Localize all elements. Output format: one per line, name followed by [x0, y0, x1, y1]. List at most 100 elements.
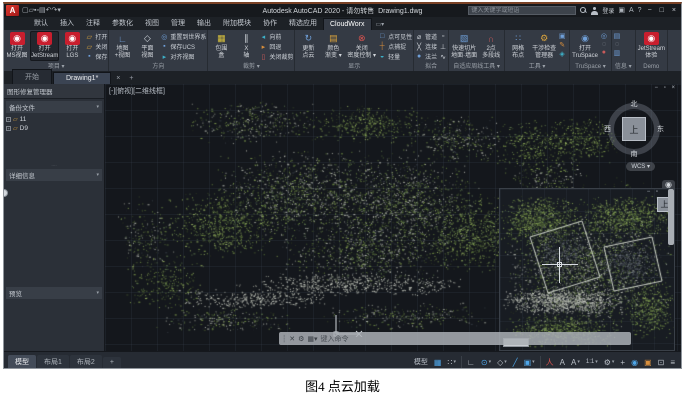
tool-extra-2-button[interactable]: ✎ — [558, 41, 568, 49]
command-close-icon[interactable]: ✕ — [289, 335, 295, 343]
tab-add-icon[interactable]: + — [125, 73, 137, 84]
model-viewport[interactable]: [-][俯视][二维线框] − ▫ × 北 南 西 东 上 WCS ▾ ◉ ▾ — [105, 84, 681, 351]
viewcube-top-face[interactable]: 上 — [622, 117, 646, 141]
ribbon-group-label[interactable]: 工具 ▾ — [506, 61, 568, 71]
truspace-extra-2-button[interactable]: ◌ — [600, 41, 610, 48]
truspace-extra-3-button[interactable]: ● — [600, 49, 610, 56]
model-space-toggle[interactable]: 模型 — [412, 356, 430, 368]
ribbon-tab-cloudworx[interactable]: CloudWorx — [323, 18, 372, 30]
plan-view-button[interactable]: ◇平面视图 — [135, 31, 159, 61]
project-save-button[interactable]: ▪保存 — [85, 52, 107, 61]
minimize-button[interactable]: − — [646, 7, 654, 14]
ribbon-tab-协作[interactable]: 协作 — [257, 16, 283, 30]
fit-connect-button[interactable]: ╳连接⊥ — [415, 42, 447, 51]
plot-icon[interactable]: ▤ — [39, 7, 46, 14]
object-snap-icon[interactable]: ▣▾ — [522, 357, 537, 368]
point-visibility-button[interactable]: □点可见性 — [378, 32, 412, 41]
polar-tracking-icon[interactable]: ⊙▾ — [479, 357, 493, 368]
viewport-window-buttons[interactable]: − ▫ × — [655, 85, 677, 91]
fit-pipe-extra-icon[interactable]: ▫ — [439, 33, 447, 40]
open-jetstream-button[interactable]: ◉打开JetStream — [30, 31, 59, 61]
clean-screen-icon[interactable]: ⊡ — [656, 357, 667, 368]
ribbon-tab-注释[interactable]: 注释 — [80, 16, 106, 30]
autocad-logo-icon[interactable]: A — [6, 5, 19, 16]
viewcube-east[interactable]: 东 — [657, 124, 664, 134]
ribbon-tab-管理[interactable]: 管理 — [165, 16, 191, 30]
details-header[interactable]: 详细信息▾ — [6, 169, 102, 181]
annotation-monitor-icon[interactable]: 人 — [544, 356, 556, 369]
subwindow-scrollbar[interactable] — [668, 189, 674, 245]
ribbon-group-label[interactable]: TruSpace ▾ — [571, 63, 610, 71]
expand-icon[interactable]: + — [6, 117, 11, 122]
ribbon-tab-输出[interactable]: 输出 — [191, 16, 217, 30]
ribbon-tab-视图[interactable]: 视图 — [139, 16, 165, 30]
jetstream-demo-button[interactable]: ◉JetStream体验 — [637, 31, 666, 64]
x-axis-button[interactable]: ∥X轴 — [234, 31, 258, 61]
layout-add-button[interactable]: + — [103, 357, 121, 368]
fit-pipe-button[interactable]: ⌀管道▫ — [415, 32, 447, 41]
subwindow-window-buttons[interactable]: − ▫ — [647, 189, 660, 195]
ribbon-tab-精选应用[interactable]: 精选应用 — [283, 16, 323, 30]
info-extra-3-button[interactable]: ▥ — [613, 49, 623, 57]
clash-manager-button[interactable]: ⚙干涉检查管理器 — [531, 31, 557, 61]
ribbon-tab-默认[interactable]: 默认 — [28, 16, 54, 30]
search-input[interactable] — [468, 6, 576, 15]
layout-tab-模型[interactable]: 模型 — [8, 355, 36, 369]
truspace-extra-1-button[interactable]: ◎ — [600, 32, 610, 40]
backup-files-header[interactable]: 备份文件▾ — [6, 101, 102, 113]
ribbon-tab-附加模块[interactable]: 附加模块 — [217, 16, 257, 30]
command-recent-icon[interactable]: ▦▾ — [307, 335, 317, 343]
info-extra-1-button[interactable]: ▤ — [613, 32, 623, 40]
ribbon-group-label[interactable]: 信息 ▾ — [613, 61, 634, 71]
snap-mode-icon[interactable]: ∷▾ — [445, 357, 458, 368]
restore-button[interactable]: □ — [658, 7, 666, 14]
project-open-button[interactable]: ▱打开 — [85, 32, 107, 41]
clip-forward-button[interactable]: ◂向前 — [259, 32, 293, 41]
annotation-visibility-icon[interactable]: A — [558, 357, 567, 368]
two-point-polyline-button[interactable]: ∩2点多段线 — [479, 31, 503, 61]
workspace-switch-icon[interactable]: ⚙▾ — [602, 357, 617, 368]
layout-tab-布局2[interactable]: 布局2 — [70, 355, 102, 369]
ortho-mode-icon[interactable]: ∟ — [465, 357, 477, 368]
help-icon[interactable]: ? — [638, 5, 642, 16]
tab-drawing1[interactable]: Drawing1* — [53, 72, 111, 84]
viewcube-south[interactable]: 南 — [631, 149, 638, 159]
ribbon-tab-插入[interactable]: 插入 — [54, 16, 80, 30]
customization-plus-icon[interactable]: + — [618, 357, 627, 368]
tab-close-icon[interactable]: × — [112, 73, 124, 84]
grid-points-button[interactable]: ∷网格布点 — [506, 31, 530, 61]
map-view-button[interactable]: ∟地图+视图 — [110, 31, 134, 61]
viewcube-west[interactable]: 西 — [604, 124, 611, 134]
color-map-button[interactable]: ▤颜色渐变 ▾ — [321, 31, 345, 61]
isolate-objects-icon[interactable]: ▣ — [642, 357, 654, 368]
tree-item-11[interactable]: +▱11 — [6, 115, 102, 124]
fit-flange-button[interactable]: ●法兰∿ — [415, 52, 447, 61]
tab-start[interactable]: 开始 — [12, 69, 52, 84]
command-line[interactable]: ┆ ✕ ⚙ ▦▾ 键入命令 — [279, 332, 631, 345]
search-icon[interactable] — [580, 7, 587, 14]
command-grip[interactable]: ┆ — [282, 335, 286, 343]
clip-off-button[interactable]: ▯关闭裁剪 — [259, 52, 293, 61]
bounding-box-button[interactable]: ▦包围盒 — [209, 31, 233, 61]
save-ucs-button[interactable]: ▪保存UCS — [160, 42, 206, 51]
fit-flange-extra-icon[interactable]: ∿ — [439, 53, 447, 61]
viewcube[interactable]: 北 南 西 东 上 — [605, 100, 663, 158]
ribbon-group-label[interactable]: 裁剪 ▾ — [209, 61, 293, 71]
annotation-scale-icon[interactable]: 1:1▾ — [584, 358, 600, 366]
fit-connect-extra-icon[interactable]: ⊥ — [439, 43, 447, 51]
expand-icon[interactable]: + — [6, 126, 11, 131]
qat-caret-icon[interactable]: ▾ — [57, 7, 61, 14]
quick-slice-button[interactable]: ▧快速切片地面·墙面 — [450, 31, 478, 61]
close-button[interactable]: × — [670, 7, 678, 14]
open-lgs-button[interactable]: ◉打开LGS — [60, 31, 84, 61]
subwindow-point-cloud-canvas[interactable] — [500, 189, 675, 351]
autodesk-a-icon[interactable]: A — [629, 5, 634, 16]
viewcube-north[interactable]: 北 — [631, 99, 638, 109]
tool-extra-3-button[interactable]: ◈ — [558, 50, 568, 58]
project-close-button[interactable]: ▱关闭 — [85, 42, 107, 51]
graphics-performance-icon[interactable]: ◉ — [629, 357, 640, 368]
truspace-subwindow[interactable]: − ▫ 上 — [499, 188, 675, 351]
grid-display-icon[interactable]: ▦ — [432, 357, 444, 368]
layout-tab-布局1[interactable]: 布局1 — [37, 355, 69, 369]
wcs-menu[interactable]: WCS ▾ — [626, 162, 655, 171]
